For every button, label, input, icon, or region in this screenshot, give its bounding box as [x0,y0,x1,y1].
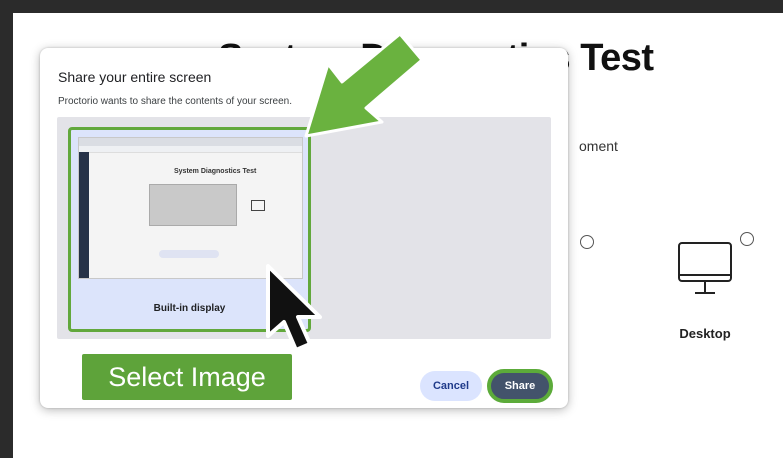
monitor-icon [678,242,732,294]
dialog-title: Share your entire screen [58,69,212,85]
share-button[interactable]: Share [487,369,553,403]
dialog-subtitle: Proctorio wants to share the contents of… [58,96,293,107]
background-radio[interactable] [580,235,594,249]
desktop-option[interactable]: Desktop [663,231,783,351]
background-text-fragment: oment [579,138,618,154]
cancel-button[interactable]: Cancel [420,371,482,401]
mouse-pointer-icon [266,264,322,352]
desktop-radio[interactable] [740,232,754,246]
thumbnail-title: System Diagnostics Test [174,168,257,175]
desktop-label: Desktop [679,326,731,341]
green-arrow-icon [304,32,424,138]
screen-thumbnail: System Diagnostics Test [78,137,303,279]
select-image-callout: Select Image [82,354,292,400]
